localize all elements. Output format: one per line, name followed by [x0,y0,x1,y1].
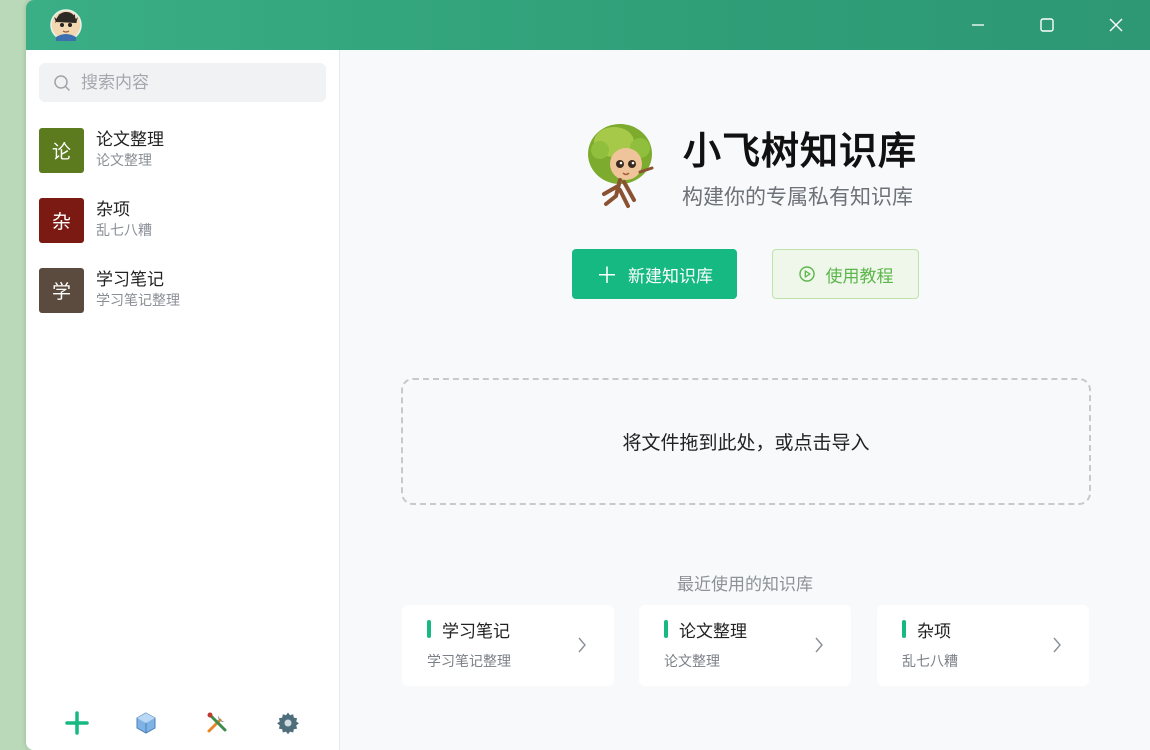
title-bar [26,0,1150,50]
maximize-icon [1040,18,1054,32]
recent-section-title: 最近使用的知识库 [677,575,813,595]
gear-icon[interactable] [273,708,303,738]
cube-icon[interactable] [131,708,161,738]
recent-card-description: 乱七八糟 [902,654,958,670]
minimize-icon [972,24,984,26]
chevron-right-icon [1053,637,1061,653]
search-input[interactable] [81,72,301,93]
sidebar: 论 论文整理 论文整理 杂 杂项 乱七八糟 学 学习笔记 学习笔记整理 [26,50,340,750]
recent-card-zaxiang[interactable]: 杂项 乱七八糟 [877,605,1089,686]
sidebar-item-lunwen[interactable]: 论 论文整理 论文整理 [39,127,329,173]
accent-bar [902,620,906,638]
tutorial-button[interactable]: 使用教程 [772,249,919,299]
accent-bar [427,620,431,638]
recent-card-name: 论文整理 [679,622,747,642]
chevron-right-icon [578,637,586,653]
plus-icon: ＋ [595,264,618,289]
sidebar-item-zaxiang[interactable]: 杂 杂项 乱七八糟 [39,197,329,243]
add-icon[interactable] [62,708,92,738]
recent-card-description: 学习笔记整理 [427,654,511,670]
new-knowledge-base-button[interactable]: ＋ 新建知识库 [572,249,737,299]
page-title: 小飞树知识库 [683,129,918,173]
new-knowledge-base-label: 新建知识库 [628,266,713,287]
recent-card-xuexi[interactable]: 学习笔记 学习笔记整理 [402,605,614,686]
app-window: 论 论文整理 论文整理 杂 杂项 乱七八糟 学 学习笔记 学习笔记整理 [26,0,1150,750]
search-icon [54,74,70,91]
kb-avatar: 杂 [39,197,84,243]
recent-card-description: 论文整理 [664,654,720,670]
tree-mascot-icon [584,120,660,212]
accent-bar [664,620,668,638]
kb-name: 杂项 [96,200,130,220]
kb-description: 论文整理 [96,153,152,169]
tools-icon[interactable] [202,708,232,738]
page-subtitle: 构建你的专属私有知识库 [682,185,913,209]
minimize-button[interactable] [944,0,1012,50]
kb-avatar: 学 [39,267,84,313]
close-icon [1109,18,1123,32]
close-button[interactable] [1082,0,1150,50]
sidebar-item-xuexi[interactable]: 学 学习笔记 学习笔记整理 [39,267,329,313]
maximize-button[interactable] [1013,0,1081,50]
kb-name: 学习笔记 [96,270,164,290]
kb-avatar: 论 [39,127,84,173]
recent-card-name: 杂项 [917,622,951,642]
kb-description: 学习笔记整理 [96,293,180,309]
chevron-right-icon [815,637,823,653]
kb-name: 论文整理 [96,130,164,150]
drop-zone-text: 将文件拖到此处，或点击导入 [622,432,870,454]
main-panel: 小飞树知识库 构建你的专属私有知识库 ＋ 新建知识库 使用教程 将文件拖到此处，… [340,50,1150,750]
mascot-avatar-icon [50,9,82,41]
file-drop-zone[interactable]: 将文件拖到此处，或点击导入 [401,378,1091,505]
kb-description: 乱七八糟 [96,223,152,239]
play-circle-icon [798,266,815,282]
search-box[interactable] [39,63,326,102]
sidebar-toolbar [26,708,340,738]
recent-card-name: 学习笔记 [442,622,510,642]
recent-card-lunwen[interactable]: 论文整理 论文整理 [639,605,851,686]
tutorial-label: 使用教程 [825,266,894,287]
